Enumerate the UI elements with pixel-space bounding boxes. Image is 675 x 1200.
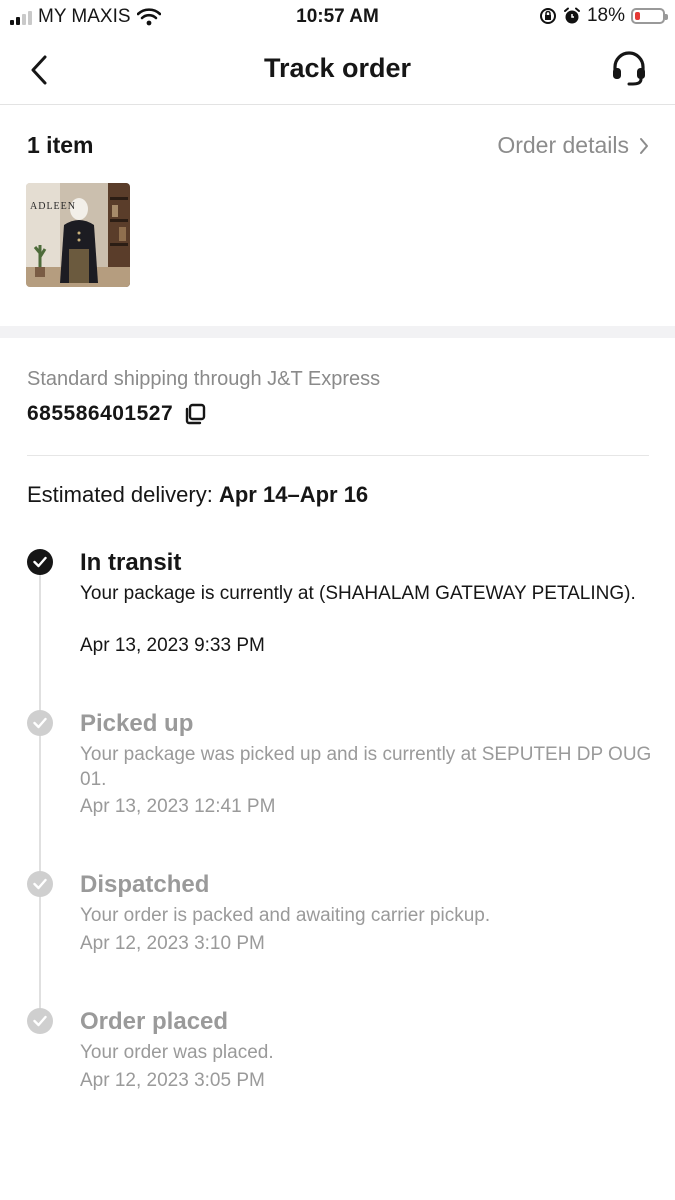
copy-icon[interactable]	[183, 402, 207, 426]
product-image	[26, 183, 130, 287]
timeline-step-description: Your package was picked up and is curren…	[80, 744, 652, 790]
status-bar: MY MAXIS 10:57 AM 18%	[0, 0, 675, 34]
battery-percent: 18%	[586, 5, 625, 26]
timeline-step-title: Picked up	[80, 710, 194, 737]
timeline-step-title: Dispatched	[80, 871, 210, 898]
timeline-step-title: Order placed	[80, 1008, 229, 1035]
battery-icon	[631, 8, 668, 24]
item-count: 1 item	[27, 132, 94, 158]
timeline-check-icon	[27, 871, 53, 897]
order-details-link[interactable]: Order details	[497, 132, 649, 159]
customer-support-button[interactable]	[606, 46, 652, 92]
product-thumbnail[interactable]: ADLEEN	[26, 183, 130, 287]
timeline-step-description: Your order is packed and awaiting carrie…	[80, 905, 491, 926]
timeline-step-description: Your order was placed.	[80, 1042, 274, 1063]
estimated-delivery-range: Apr 14–Apr 16	[218, 482, 369, 507]
page-title: Track order	[263, 53, 412, 83]
headset-icon	[613, 51, 645, 86]
timeline-line	[39, 572, 41, 1022]
timeline-check-icon	[27, 549, 53, 575]
divider	[27, 455, 649, 456]
timeline-check-icon	[27, 710, 53, 736]
tracking-row: 685586401527	[27, 402, 207, 426]
section-separator	[0, 326, 675, 338]
timeline-step-title: In transit	[80, 549, 182, 576]
shipping-method: Standard shipping through J&T Express	[27, 368, 381, 390]
nav-bar: Track order	[0, 34, 675, 105]
product-brand-text: ADLEEN	[30, 201, 76, 212]
order-details-label: Order details	[497, 132, 629, 158]
chevron-right-icon	[640, 137, 648, 154]
orientation-lock-icon	[539, 8, 556, 24]
timeline-step-date: Apr 12, 2023 3:05 PM	[80, 1070, 265, 1091]
timeline-step-description: Your package is currently at (SHAHALAM G…	[80, 583, 636, 604]
estimated-delivery-label: Estimated delivery:	[27, 482, 213, 507]
timeline-check-icon	[27, 1008, 53, 1034]
alarm-icon	[563, 7, 580, 24]
tracking-number: 685586401527	[27, 402, 174, 425]
timeline-step-date: Apr 13, 2023 12:41 PM	[80, 796, 276, 817]
timeline-step-date: Apr 12, 2023 3:10 PM	[80, 933, 265, 954]
estimated-delivery: Estimated delivery: Apr 14–Apr 16	[27, 482, 368, 508]
status-bar-right: 18%	[539, 5, 668, 27]
battery-level	[635, 12, 640, 20]
timeline-step-date: Apr 13, 2023 9:33 PM	[80, 635, 265, 656]
